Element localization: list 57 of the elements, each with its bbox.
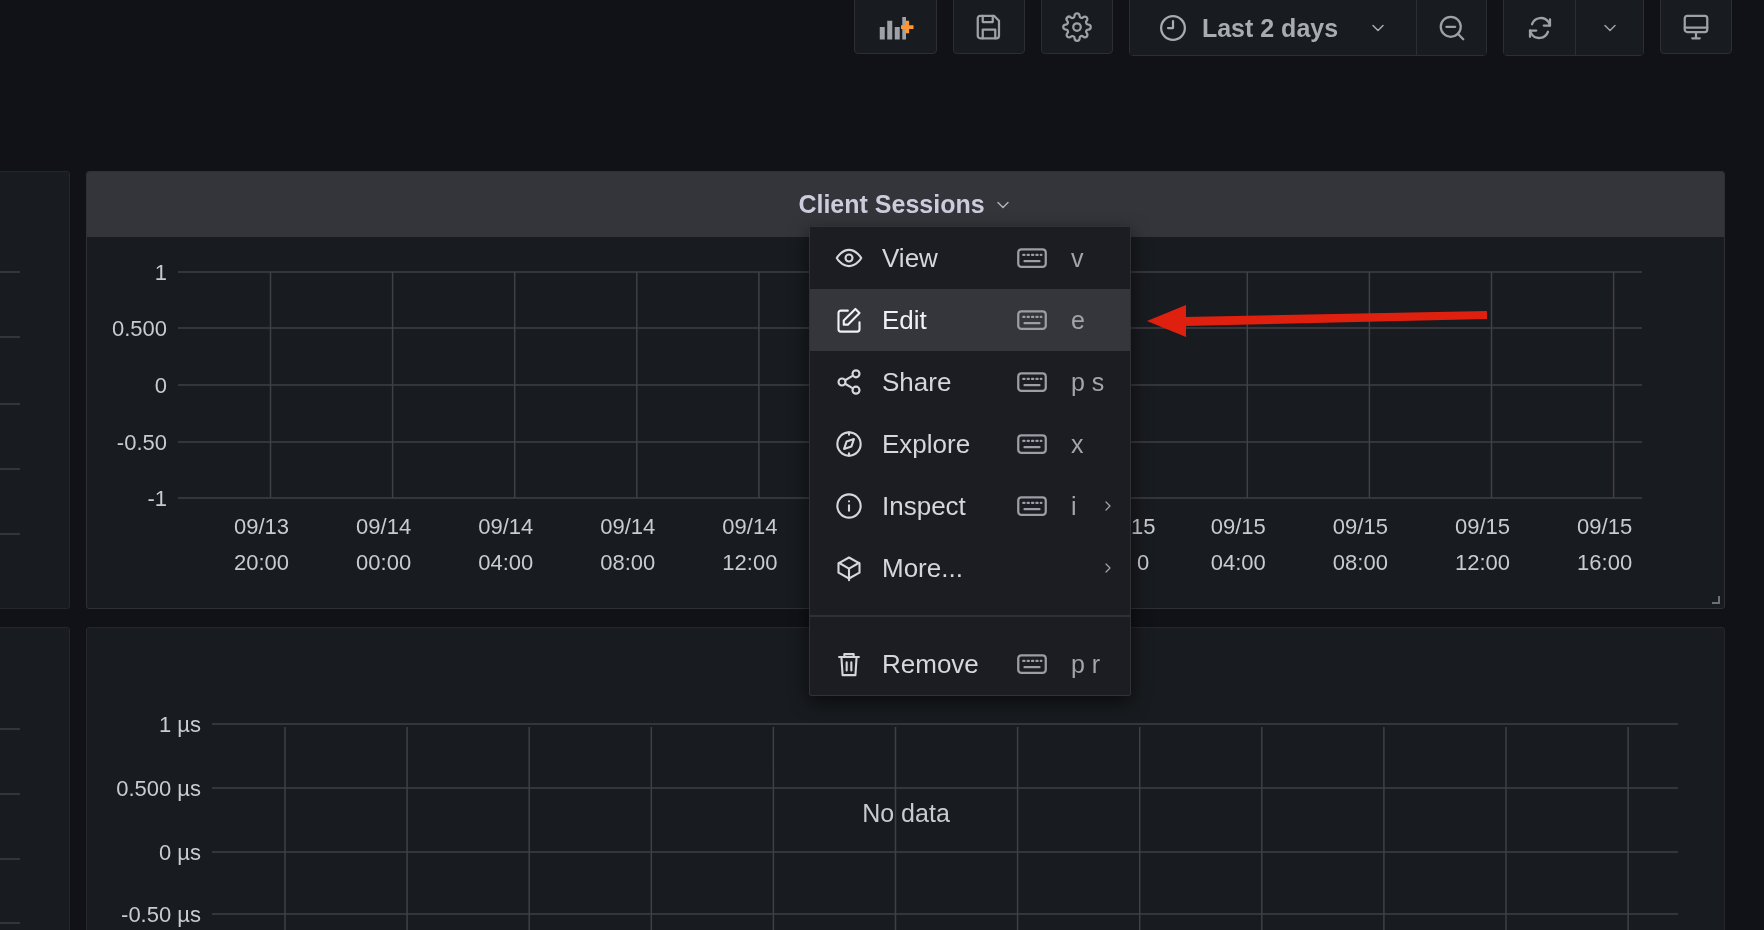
share-icon (835, 368, 863, 396)
axis-label: 09/13 (233, 514, 290, 539)
axis-label: 0 (1137, 550, 1150, 575)
settings-button[interactable] (1041, 0, 1113, 54)
menu-item[interactable]: Edit e (810, 289, 1130, 351)
info-icon (835, 492, 863, 520)
axis-label: 1 µs (158, 712, 201, 737)
axis-label: 16:00 (1577, 550, 1633, 575)
shortcut-label: i (1071, 491, 1078, 521)
edit-icon (835, 306, 863, 334)
axis-label: 15 (1131, 514, 1156, 539)
axis-label: 0.500 (111, 316, 167, 341)
no-data-message: No data (862, 799, 950, 827)
axis-label: -0.50 (116, 430, 167, 455)
axis-label: 04:00 (478, 550, 534, 575)
axis-label: 09/15 (1210, 514, 1266, 539)
menu-item[interactable]: More... (810, 537, 1130, 599)
trash-icon (835, 650, 863, 678)
axis-label: 09/14 (600, 514, 656, 539)
axis-label: -0.50 µs (121, 902, 201, 927)
zoom-out-button[interactable] (1416, 0, 1486, 55)
axis-label: 04:00 (1210, 550, 1266, 575)
save-button[interactable] (953, 0, 1025, 54)
settings-icon (1062, 12, 1092, 42)
menu-item[interactable]: Explore x (810, 413, 1130, 475)
axis-label: 08:00 (600, 550, 656, 575)
monitor-icon (1681, 12, 1711, 42)
shortcut-label: v (1071, 243, 1085, 273)
axis-label: -1 (147, 486, 167, 511)
axis-label: 20:00 (233, 550, 290, 575)
axis-label: 12:00 (1454, 550, 1511, 575)
axis-label: 1 (154, 260, 167, 285)
menu-item[interactable]: Inspect i (810, 475, 1130, 537)
compass-icon (835, 430, 863, 458)
axis-label: 09/14 (478, 514, 534, 539)
axis-label: 09/15 (1332, 514, 1388, 539)
resize-handle-icon[interactable] (1711, 595, 1721, 605)
shortcut-label: x (1071, 429, 1085, 459)
axis-label: 09/14 (356, 514, 412, 539)
axis-label: 00:00 (356, 550, 412, 575)
menu-item[interactable]: Share p s (810, 351, 1130, 413)
clock-icon (1157, 13, 1188, 43)
axis-label: 12:00 (722, 550, 778, 575)
add-panel-button[interactable] (854, 0, 937, 54)
axis-label: 0 µs (158, 840, 201, 865)
axis-label: 0 (154, 373, 167, 398)
axis-label: 09/15 (1577, 514, 1633, 539)
panel-header[interactable]: Client Sessions (87, 172, 1724, 237)
tv-mode-button[interactable] (1660, 0, 1732, 54)
shortcut-label: p r (1071, 649, 1100, 679)
axis-label: 08:00 (1332, 550, 1388, 575)
axis-label: 09/15 (1454, 514, 1511, 539)
axis-label: 09/14 (722, 514, 778, 539)
shortcut-label: e (1071, 305, 1086, 335)
cube-icon (835, 554, 863, 582)
menu-item[interactable]: Remove p r (810, 633, 1130, 695)
axis-label: 0.500 µs (116, 776, 201, 801)
